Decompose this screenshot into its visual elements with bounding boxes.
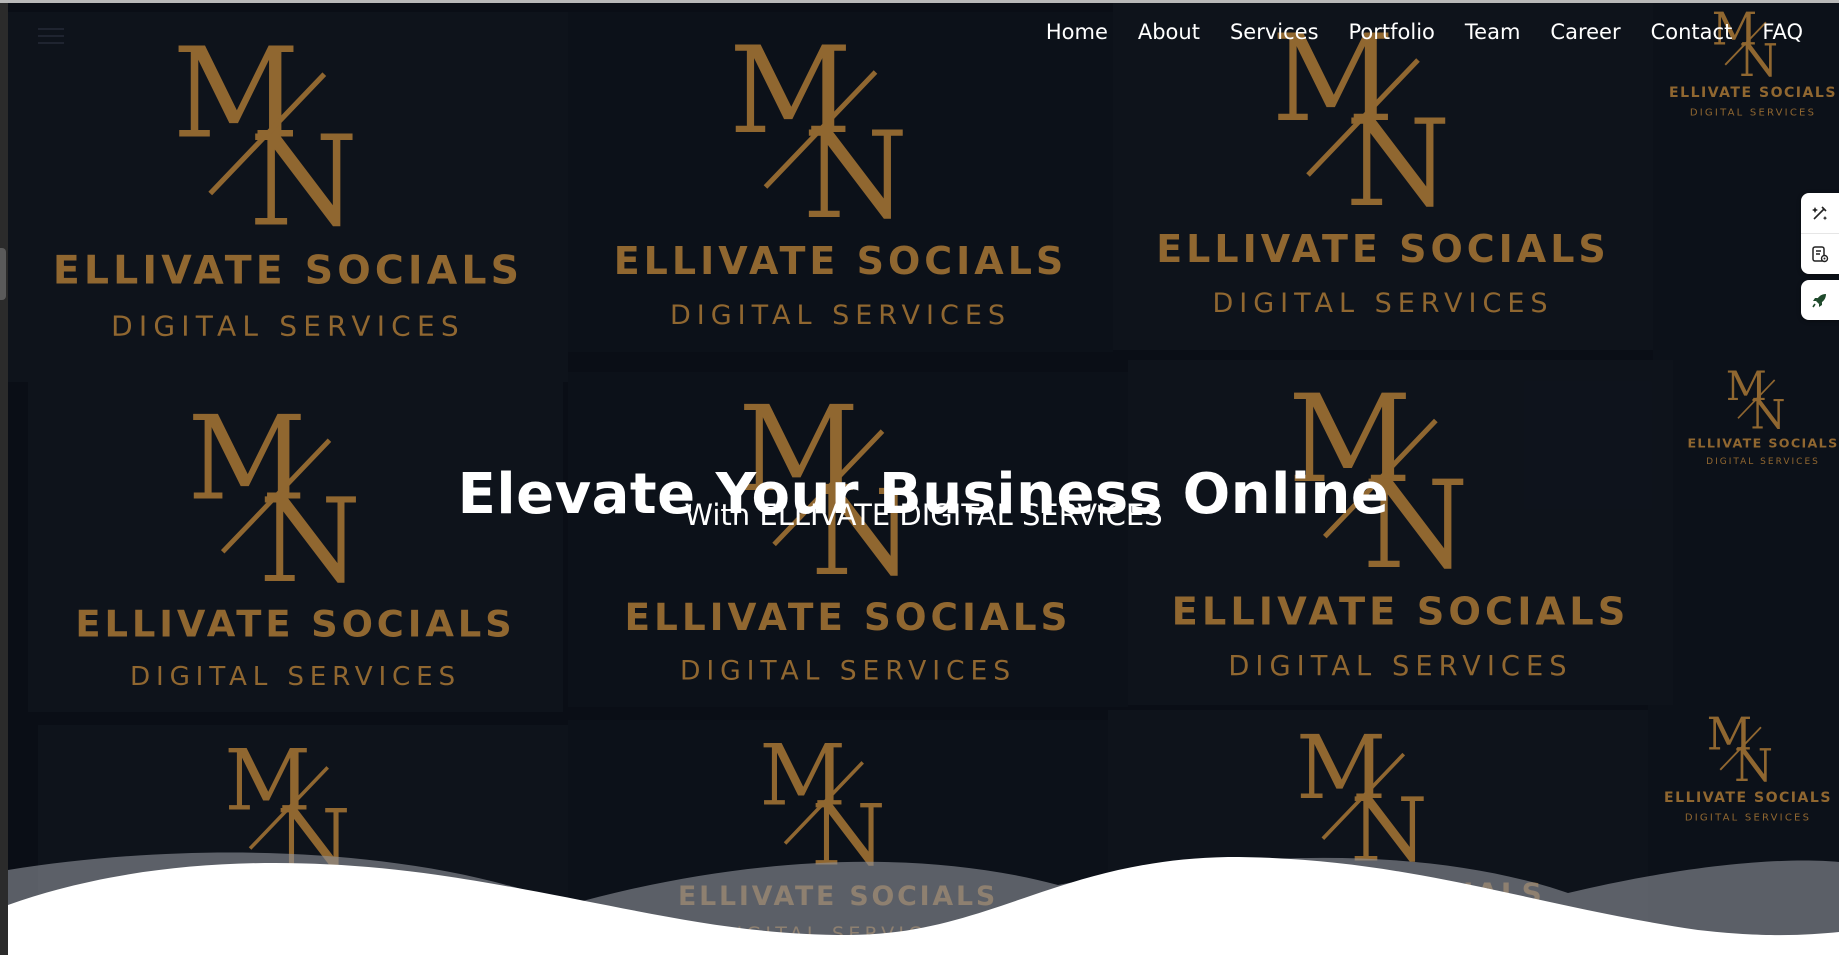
- side-toolbar: [1801, 193, 1839, 320]
- nav-about[interactable]: About: [1138, 20, 1200, 44]
- left-scroll-handle[interactable]: [0, 248, 6, 300]
- rocket-icon[interactable]: [1801, 280, 1839, 320]
- nav-home[interactable]: Home: [1046, 20, 1108, 44]
- nav-portfolio[interactable]: Portfolio: [1349, 20, 1435, 44]
- edit-sparkle-icon[interactable]: [1801, 193, 1839, 233]
- browser-top-edge: [0, 0, 1839, 3]
- main-navigation: Home About Services Portfolio Team Caree…: [1046, 20, 1803, 44]
- left-scroll-strip: [0, 0, 8, 955]
- hero-subtitle: With ELLIVATE DIGITAL SERVICES: [684, 498, 1163, 532]
- hero-section: M N ELLIVATE SOCIALS DIGITAL SERVICES M N ELLI…: [8, 0, 1839, 955]
- nav-faq[interactable]: FAQ: [1762, 20, 1803, 44]
- side-tool-group: [1801, 193, 1839, 274]
- nav-services[interactable]: Services: [1230, 20, 1319, 44]
- menu-icon[interactable]: [38, 28, 64, 44]
- nav-career[interactable]: Career: [1550, 20, 1620, 44]
- nav-contact[interactable]: Contact: [1651, 20, 1733, 44]
- nav-team[interactable]: Team: [1465, 20, 1521, 44]
- document-settings-icon[interactable]: [1801, 233, 1839, 274]
